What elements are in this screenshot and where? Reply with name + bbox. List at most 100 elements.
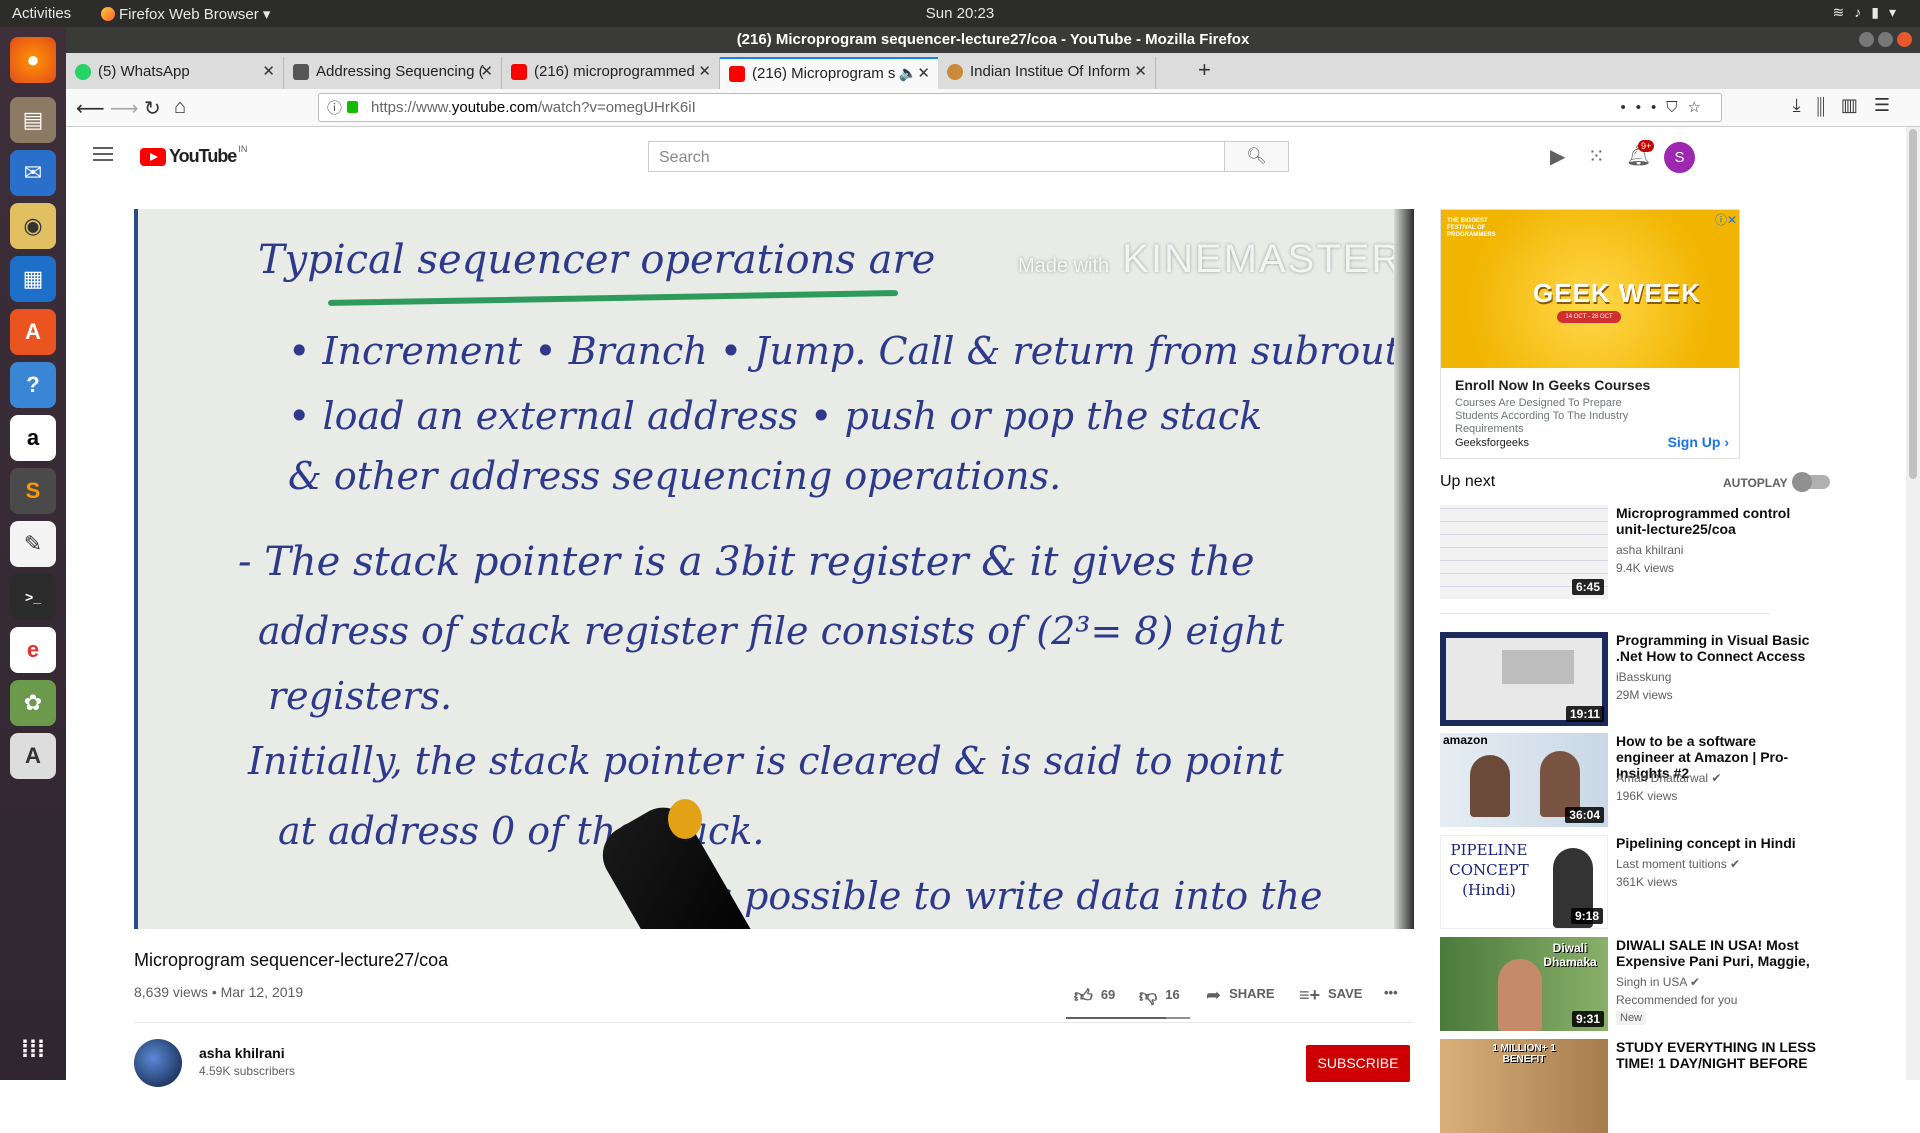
- ad-card[interactable]: THE BIGGEST FESTIVAL OF PROGRAMMERS GEEK…: [1440, 209, 1740, 459]
- url-bar[interactable]: ⓘ https://www.youtube.com/watch?v=omegUH…: [318, 93, 1722, 122]
- ad-headline: Enroll Now In Geeks Courses: [1455, 377, 1651, 393]
- video-title[interactable]: Programming in Visual Basic .Net How to …: [1616, 632, 1816, 664]
- maximize-icon[interactable]: [1878, 32, 1893, 47]
- more-actions-button[interactable]: •••: [1384, 985, 1398, 1000]
- close-tab-icon[interactable]: ✕: [698, 57, 711, 87]
- video-thumbnail[interactable]: amazon 36:04: [1440, 733, 1608, 827]
- pen-tip-image: [668, 799, 702, 839]
- duration-badge: 19:11: [1565, 706, 1604, 722]
- board-line: Typical sequencer operations are: [258, 237, 936, 283]
- tab-bar: (5) WhatsApp ✕ Addressing Sequencing ( ✕…: [66, 53, 1920, 89]
- channel-name[interactable]: iBasskung: [1616, 670, 1671, 684]
- eclipse-launcher-icon[interactable]: e: [10, 627, 56, 673]
- app-menu-label: Firefox Web Browser ▾: [119, 6, 271, 23]
- board-line: It is possible to write data into the: [658, 874, 1323, 918]
- video-meta: 8,639 views • Mar 12, 2019: [134, 984, 304, 1000]
- ad-source: Geeksforgeeks: [1455, 437, 1529, 449]
- menu-icon[interactable]: [93, 147, 113, 165]
- app-menu[interactable]: Firefox Web Browser ▾: [101, 5, 270, 23]
- window-title-bar: (216) Microprogram sequencer-lecture27/c…: [66, 27, 1920, 53]
- search-button[interactable]: 🔍︎: [1224, 141, 1289, 172]
- activities-button[interactable]: Activities: [12, 5, 71, 22]
- home-button[interactable]: ⌂: [174, 96, 186, 119]
- minimize-icon[interactable]: [1859, 32, 1874, 47]
- amazon-launcher-icon[interactable]: a: [10, 415, 56, 461]
- dislike-button[interactable]: 👎︎ 16: [1139, 985, 1180, 1007]
- tab-microprogrammed[interactable]: (216) microprogrammed ✕: [502, 57, 720, 89]
- close-tab-icon[interactable]: ✕: [1134, 57, 1147, 87]
- forward-button[interactable]: ⟶: [110, 96, 139, 121]
- tab-addressing-sequencing[interactable]: Addressing Sequencing ( ✕: [284, 57, 502, 89]
- back-button[interactable]: ⟵: [76, 96, 105, 121]
- video-thumbnail[interactable]: PIPELINE CONCEPT (Hindi) 9:18: [1440, 835, 1608, 929]
- rhythmbox-launcher-icon[interactable]: ◉: [10, 203, 56, 249]
- terminal-launcher-icon[interactable]: >_: [10, 574, 56, 620]
- video-thumbnail[interactable]: 6:45: [1440, 505, 1608, 599]
- text-editor-launcher-icon[interactable]: ✎: [10, 521, 56, 567]
- youtube-logo[interactable]: YouTube IN: [140, 144, 247, 167]
- video-title[interactable]: STUDY EVERYTHING IN LESS TIME! 1 DAY/NIG…: [1616, 1039, 1816, 1071]
- page-actions-icons[interactable]: •••⛉☆: [1621, 94, 1711, 121]
- firefox-launcher-icon[interactable]: ●: [10, 37, 56, 83]
- system-top-bar: Activities Firefox Web Browser ▾ Sun 20:…: [0, 0, 1920, 27]
- person-image: [1470, 755, 1510, 817]
- close-tab-icon[interactable]: 🔈✕: [899, 59, 930, 89]
- close-tab-icon[interactable]: ✕: [480, 57, 493, 87]
- files-launcher-icon[interactable]: ▤: [10, 97, 56, 143]
- url-path: /watch?v=omegUHrK6iI: [537, 99, 696, 116]
- duration-badge: 6:45: [1571, 579, 1604, 595]
- ad-brand: GEEK WEEK: [1533, 278, 1701, 308]
- channel-name[interactable]: asha khilrani: [199, 1045, 285, 1061]
- reload-button[interactable]: ↻: [144, 96, 161, 121]
- updater-launcher-icon[interactable]: A: [10, 733, 56, 779]
- view-count: 9.4K views: [1616, 561, 1675, 575]
- video-thumbnail[interactable]: 19:11: [1440, 632, 1608, 726]
- page-scrollbar[interactable]: [1906, 127, 1920, 1080]
- new-tab-button[interactable]: +: [1198, 57, 1211, 83]
- watermark-small: Made with: [1018, 255, 1110, 277]
- search-input[interactable]: Search: [648, 141, 1225, 172]
- create-video-icon[interactable]: ▶︎: [1550, 144, 1565, 169]
- scrollbar-thumb[interactable]: [1909, 129, 1917, 479]
- video-title[interactable]: Pipelining concept in Hindi: [1616, 835, 1816, 851]
- writer-launcher-icon[interactable]: ▦: [10, 256, 56, 302]
- apps-grid-icon[interactable]: ⁙: [1588, 144, 1605, 169]
- tab-microprogram-active[interactable]: (216) Microprogram s 🔈✕: [720, 57, 938, 89]
- help-launcher-icon[interactable]: ?: [10, 362, 56, 408]
- thunderbird-launcher-icon[interactable]: ✉: [10, 150, 56, 196]
- system-tray[interactable]: ≋♪▮▾: [1833, 4, 1906, 21]
- share-button[interactable]: ➦ SHARE: [1206, 985, 1275, 1006]
- video-thumbnail[interactable]: 1 MILLION+ 1 BENEFIT: [1440, 1039, 1608, 1133]
- close-tab-icon[interactable]: ✕: [262, 57, 275, 87]
- toolbar-right-icons[interactable]: ⤓⫼▥☰: [1793, 95, 1906, 116]
- tab-whatsapp[interactable]: (5) WhatsApp ✕: [66, 57, 284, 89]
- avatar[interactable]: S: [1664, 142, 1695, 173]
- youtube-logo-text: YouTube: [169, 146, 237, 166]
- ad-choices-icon[interactable]: ⓘ✕: [1715, 211, 1737, 228]
- video-title[interactable]: DIWALI SALE IN USA! Most Expensive Pani …: [1616, 937, 1816, 969]
- image-viewer-launcher-icon[interactable]: ✿: [10, 680, 56, 726]
- board-line: & other address sequencing operations.: [288, 454, 1062, 498]
- notifications-badge: 9+: [1638, 140, 1655, 152]
- sublime-launcher-icon[interactable]: S: [10, 468, 56, 514]
- channel-name[interactable]: Singh in USA ✔: [1616, 975, 1700, 989]
- video-player[interactable]: Typical sequencer operations are • Incre…: [134, 209, 1414, 929]
- channel-name[interactable]: Last moment tuitions ✔: [1616, 857, 1740, 871]
- clock[interactable]: Sun 20:23: [926, 5, 994, 22]
- channel-name[interactable]: asha khilrani: [1616, 543, 1683, 557]
- save-button[interactable]: ≡+ SAVE: [1299, 985, 1362, 1006]
- info-icon[interactable]: ⓘ: [327, 95, 342, 122]
- board-line: • load an external address • push or pop…: [288, 394, 1263, 438]
- ad-signup-button[interactable]: Sign Up ›: [1668, 434, 1729, 450]
- autoplay-toggle[interactable]: [1792, 472, 1830, 492]
- video-thumbnail[interactable]: Diwali Dhamaka 9:31: [1440, 937, 1608, 1031]
- show-applications-icon[interactable]: ⁞⁞⁞: [10, 1027, 56, 1073]
- subscribe-button[interactable]: SUBSCRIBE: [1306, 1045, 1410, 1082]
- video-title[interactable]: Microprogrammed control unit-lecture25/c…: [1616, 505, 1816, 537]
- person-image: [1498, 959, 1542, 1031]
- software-center-launcher-icon[interactable]: A: [10, 309, 56, 355]
- like-button[interactable]: 👍︎ 69: [1074, 985, 1115, 1007]
- close-window-icon[interactable]: [1897, 32, 1912, 47]
- tab-indian-institute[interactable]: Indian Institue Of Inform ✕: [938, 57, 1156, 89]
- channel-name[interactable]: Aman Dhattarwal ✔: [1616, 771, 1721, 785]
